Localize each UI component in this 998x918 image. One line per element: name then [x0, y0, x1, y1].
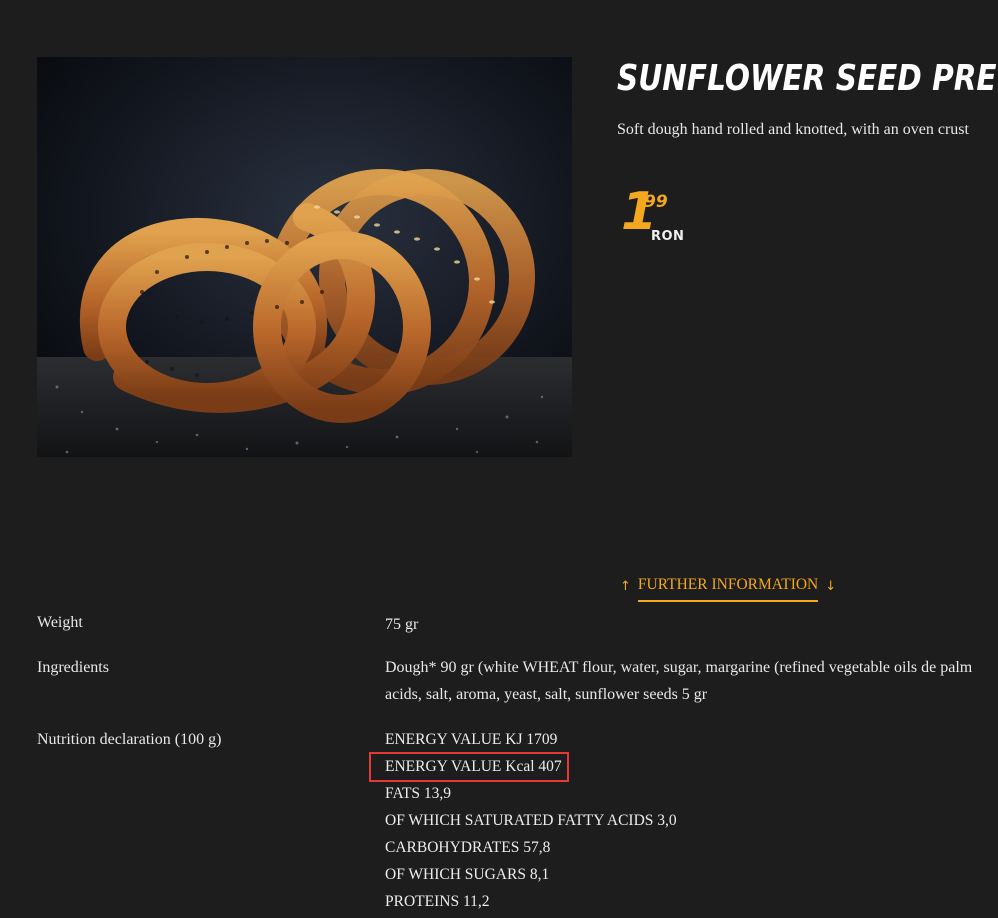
weight-label: Weight: [37, 614, 83, 631]
product-description: Soft dough hand rolled and knotted, with…: [617, 121, 969, 138]
nutrition-fats: FATS 13,9: [385, 785, 452, 802]
product-page: SUNFLOWER SEED PRETZEL Soft dough hand r…: [0, 0, 998, 918]
price-decimals: 99: [644, 192, 668, 212]
weight-value: 75 gr: [385, 616, 419, 633]
nutrition-proteins: PROTEINS 11,2: [385, 893, 490, 910]
pretzel-photo-icon: [37, 57, 572, 457]
kcal-highlight-box: [369, 752, 569, 782]
further-information-label[interactable]: FURTHER INFORMATION: [637, 576, 819, 602]
product-title: SUNFLOWER SEED PRETZEL: [617, 58, 998, 99]
nutrition-carbohydrates: CARBOHYDRATES 57,8: [385, 839, 551, 856]
ingredients-line-2: acids, salt, aroma, yeast, salt, sunflow…: [385, 686, 708, 703]
nutrition-sugars: OF WHICH SUGARS 8,1: [385, 866, 550, 883]
arrow-down-icon: ↓: [825, 578, 837, 594]
arrow-up-icon: ↑: [620, 578, 631, 594]
ingredients-line-1: Dough* 90 gr (white WHEAT flour, water, …: [385, 659, 973, 676]
nutrition-energy-kj: ENERGY VALUE KJ 1709: [385, 731, 558, 748]
further-information-toggle[interactable]: ↑ FURTHER INFORMATION ↓: [620, 570, 836, 602]
ingredients-label: Ingredients: [37, 659, 109, 676]
product-image: [37, 57, 572, 457]
nutrition-label: Nutrition declaration (100 g): [37, 731, 222, 748]
nutrition-saturated-fats: OF WHICH SATURATED FATTY ACIDS 3,0: [385, 812, 677, 829]
price-currency: RON: [651, 229, 685, 244]
